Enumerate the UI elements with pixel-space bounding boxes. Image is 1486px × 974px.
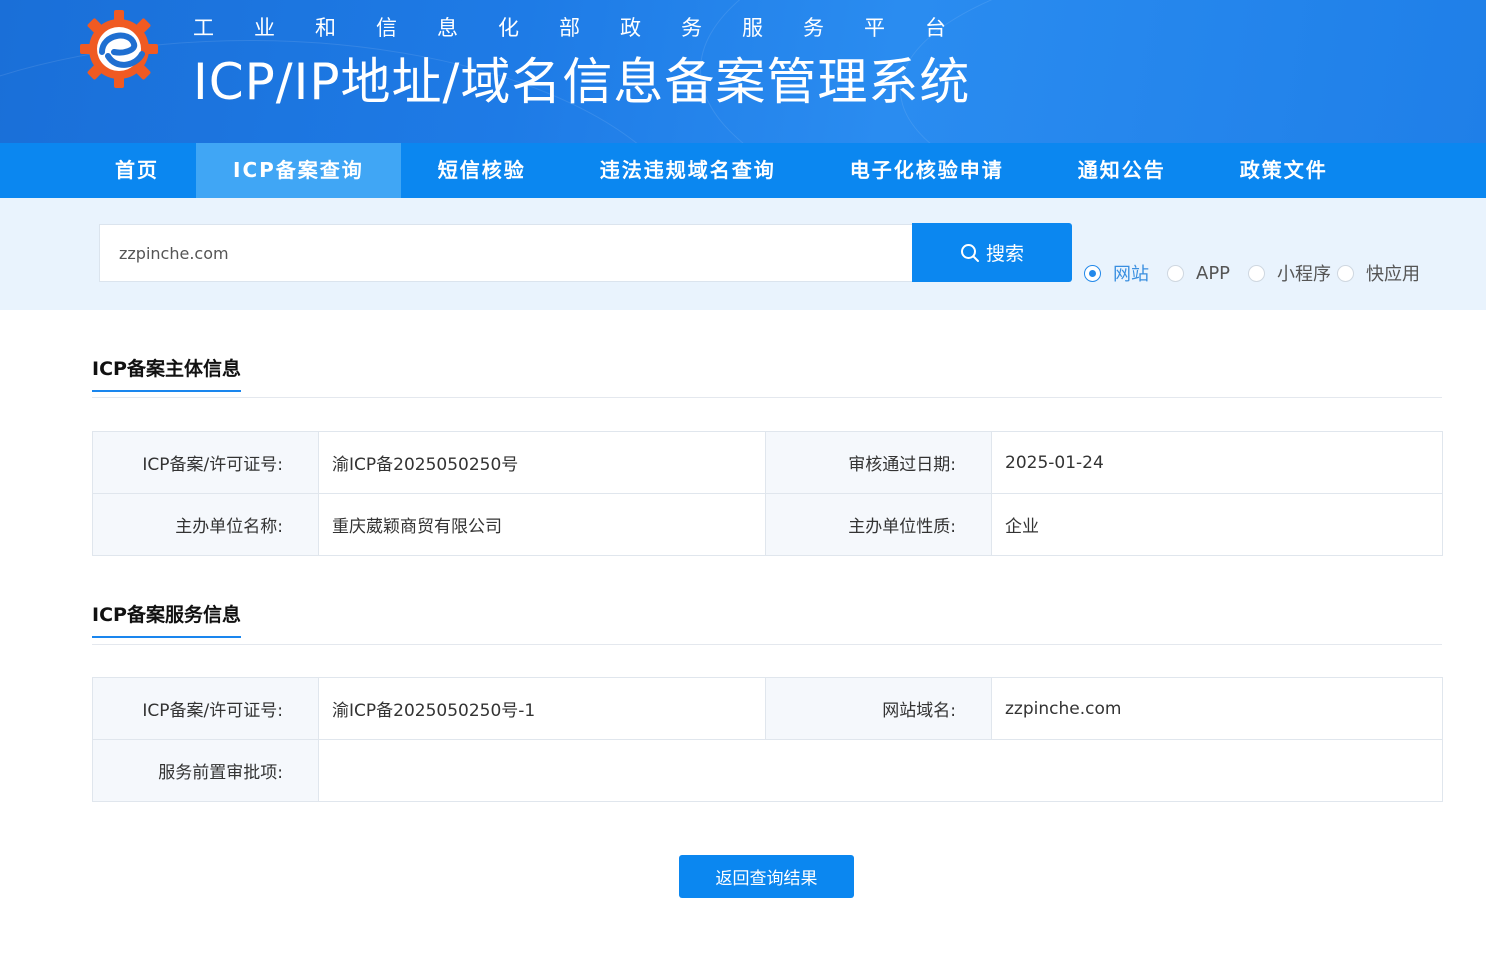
search-button[interactable]: 搜索 — [912, 223, 1072, 282]
radio-label: 网站 — [1113, 264, 1149, 285]
service-info-table: ICP备案/许可证号: 渝ICP备2025050250号-1 网站域名: zzp… — [92, 677, 1443, 802]
domain-label: 网站域名: — [765, 677, 992, 740]
subject-info-table: ICP备案/许可证号: 渝ICP备2025050250号 审核通过日期: 202… — [92, 431, 1443, 556]
search-bar-area: 搜索 网站 APP 小程序 快应用 — [0, 198, 1486, 310]
approve-date-label: 审核通过日期: — [765, 431, 992, 494]
domain-value: zzpinche.com — [991, 677, 1443, 740]
radio-label: 快应用 — [1366, 264, 1421, 285]
search-icon — [960, 243, 979, 262]
subject-section-title: ICP备案主体信息 — [92, 354, 241, 392]
pre-approval-label: 服务前置审批项: — [92, 739, 319, 802]
org-type-label: 主办单位性质: — [765, 493, 992, 556]
license-value: 渝ICP备2025050250号 — [318, 431, 766, 494]
radio-label: 小程序 — [1277, 264, 1332, 285]
org-name-value: 重庆葳颖商贸有限公司 — [318, 493, 766, 556]
ministry-logo-icon — [80, 10, 158, 88]
table-row: ICP备案/许可证号: 渝ICP备2025050250号 审核通过日期: 202… — [92, 431, 1443, 494]
nav-item-icp-query[interactable]: ICP备案查询 — [196, 143, 401, 198]
main-nav: 首页 ICP备案查询 短信核验 违法违规域名查询 电子化核验申请 通知公告 政策… — [0, 143, 1486, 198]
search-button-label: 搜索 — [985, 243, 1024, 265]
platform-tagline: 工业和信息化部政务服务平台 — [193, 16, 986, 40]
table-row: ICP备案/许可证号: 渝ICP备2025050250号-1 网站域名: zzp… — [92, 677, 1443, 740]
header-decoration — [900, 0, 1486, 143]
search-input[interactable] — [99, 224, 913, 282]
radio-website[interactable]: 网站 — [1084, 260, 1149, 286]
nav-item-illegal-domain-query[interactable]: 违法违规域名查询 — [563, 143, 813, 198]
service-license-label: ICP备案/许可证号: — [92, 677, 319, 740]
radio-app[interactable]: APP — [1167, 263, 1230, 284]
radio-label: APP — [1196, 262, 1231, 284]
nav-item-policy-docs[interactable]: 政策文件 — [1203, 143, 1365, 198]
table-row: 服务前置审批项: — [92, 739, 1443, 802]
nav-item-notices[interactable]: 通知公告 — [1041, 143, 1203, 198]
approve-date-value: 2025-01-24 — [991, 431, 1443, 494]
nav-item-sms-verify[interactable]: 短信核验 — [401, 143, 563, 198]
system-title: ICP/IP地址/域名信息备案管理系统 — [193, 53, 971, 111]
radio-unchecked-icon — [1167, 264, 1184, 282]
radio-quick-app[interactable]: 快应用 — [1337, 260, 1420, 286]
radio-mini-program[interactable]: 小程序 — [1248, 260, 1331, 286]
section-divider — [92, 397, 1442, 398]
service-license-value: 渝ICP备2025050250号-1 — [318, 677, 766, 740]
org-name-label: 主办单位名称: — [92, 493, 319, 556]
search-type-radio-group: 网站 APP 小程序 快应用 — [1084, 260, 1438, 286]
back-to-results-button[interactable]: 返回查询结果 — [679, 855, 854, 898]
radio-unchecked-icon — [1248, 264, 1266, 282]
nav-item-home[interactable]: 首页 — [78, 143, 196, 198]
radio-checked-icon — [1084, 264, 1101, 282]
service-section-title: ICP备案服务信息 — [92, 600, 241, 638]
org-type-value: 企业 — [991, 493, 1443, 556]
site-header: 工业和信息化部政务服务平台 ICP/IP地址/域名信息备案管理系统 — [0, 0, 1486, 143]
license-label: ICP备案/许可证号: — [92, 431, 319, 494]
nav-item-electronic-verify[interactable]: 电子化核验申请 — [813, 143, 1041, 198]
section-divider — [92, 644, 1442, 645]
radio-unchecked-icon — [1337, 264, 1355, 282]
table-row: 主办单位名称: 重庆葳颖商贸有限公司 主办单位性质: 企业 — [92, 493, 1443, 556]
pre-approval-value — [318, 739, 1443, 802]
